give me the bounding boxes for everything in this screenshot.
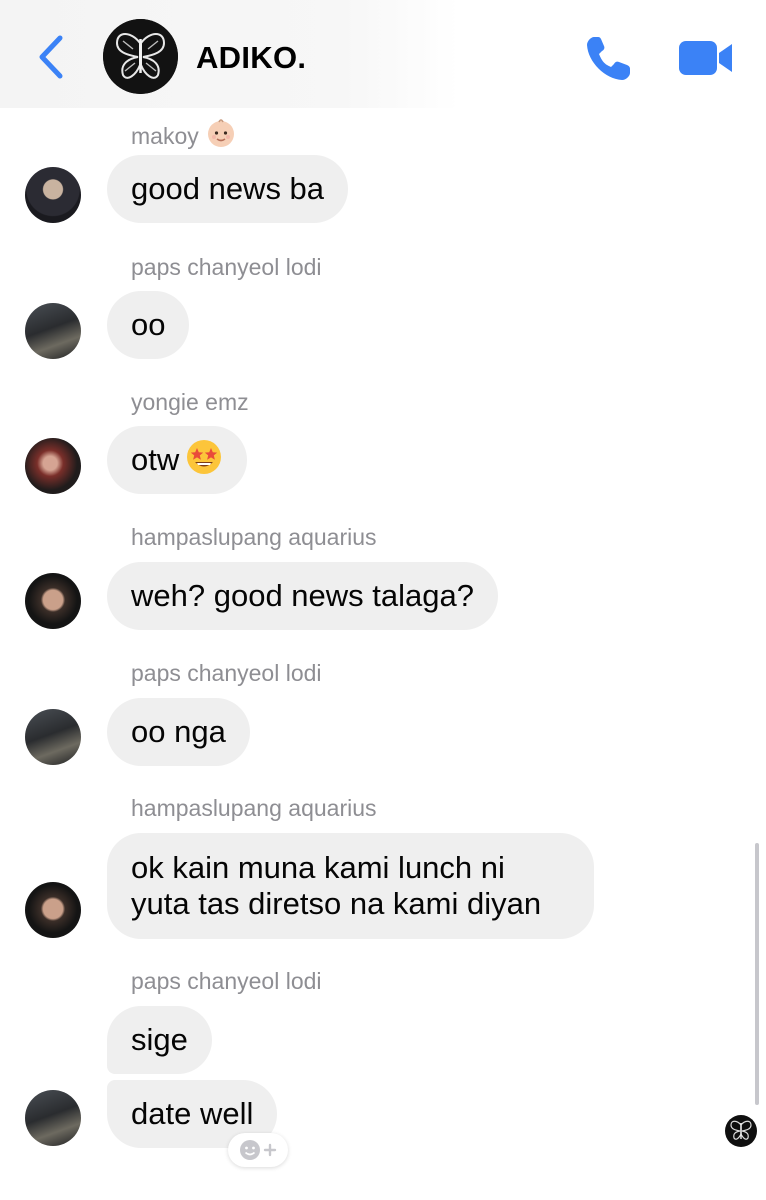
sender-name: paps chanyeol lodi	[131, 968, 322, 994]
avatar[interactable]	[25, 303, 81, 359]
message-bubble[interactable]: sige	[107, 1006, 212, 1074]
chat-title: ADIKO.	[196, 40, 307, 75]
message-bubble[interactable]: oo nga	[107, 698, 250, 766]
add-reaction-icon	[240, 1140, 277, 1160]
butterfly-icon	[730, 1120, 752, 1140]
video-call-button[interactable]	[677, 38, 735, 78]
avatar[interactable]	[25, 882, 81, 938]
message-bubble[interactable]: ok kain muna kami lunch ni yuta tas dire…	[107, 833, 594, 939]
video-camera-icon	[679, 41, 732, 75]
avatar[interactable]	[25, 438, 81, 494]
message-bubble[interactable]: otw	[107, 426, 248, 494]
seen-indicator-avatar	[725, 1115, 757, 1147]
chat-header: ADIKO.	[0, 0, 766, 108]
baby-emoji-icon	[205, 117, 237, 155]
avatar[interactable]	[25, 709, 81, 765]
chevron-left-icon	[39, 35, 63, 79]
back-button[interactable]	[30, 32, 70, 82]
avatar[interactable]	[25, 573, 81, 629]
phone-icon	[587, 37, 630, 80]
voice-call-button[interactable]	[583, 32, 635, 84]
add-reaction-button[interactable]	[228, 1133, 288, 1167]
message-bubble[interactable]: weh? good news talaga?	[107, 562, 498, 630]
avatar[interactable]	[25, 167, 81, 223]
sender-name: paps chanyeol lodi	[131, 254, 322, 280]
butterfly-icon	[103, 19, 178, 94]
sender-name: hampaslupang aquarius	[131, 524, 377, 550]
message-bubble[interactable]: good news ba	[107, 155, 349, 223]
group-avatar[interactable]	[103, 19, 178, 94]
sender-name: paps chanyeol lodi	[131, 660, 322, 686]
sender-name: yongie emz	[131, 389, 249, 415]
star-struck-emoji-icon	[185, 432, 223, 500]
scrollbar[interactable]	[755, 843, 759, 1105]
avatar[interactable]	[25, 1090, 81, 1146]
message-bubble[interactable]: oo	[107, 291, 190, 359]
sender-name: makoy	[131, 117, 237, 155]
sender-name: hampaslupang aquarius	[131, 795, 377, 821]
